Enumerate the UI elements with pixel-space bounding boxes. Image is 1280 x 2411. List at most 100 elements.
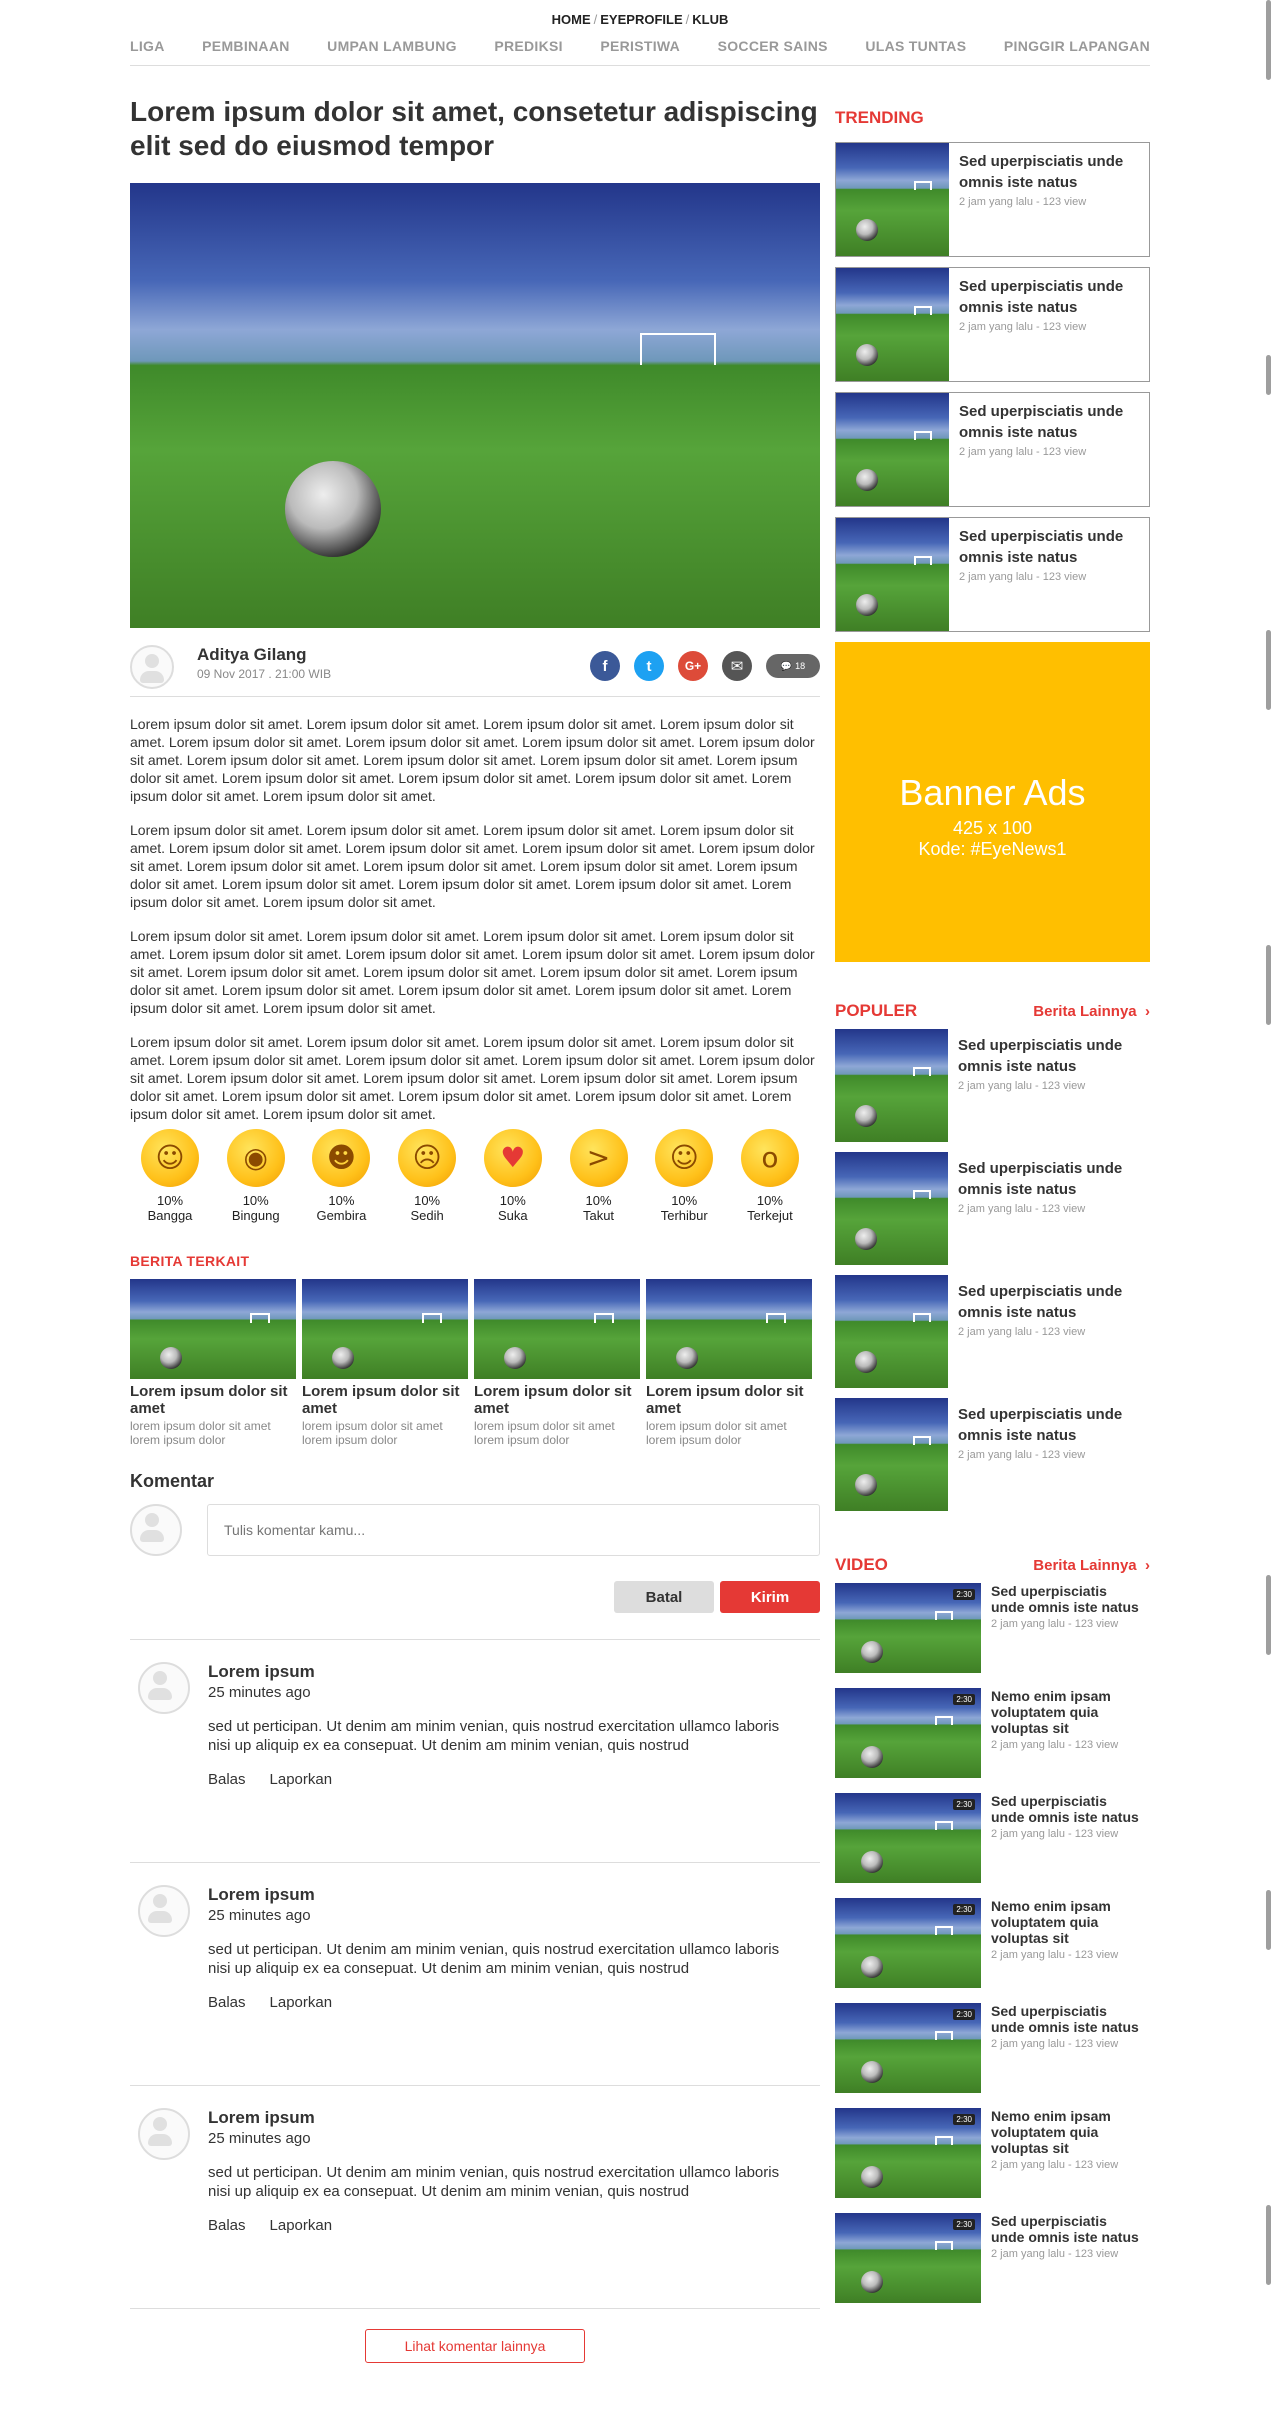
author-avatar (130, 645, 174, 689)
reaction-sedih[interactable]: ☹ 10% Sedih (387, 1129, 467, 1223)
trending-thumbnail (836, 393, 949, 506)
related-news-item[interactable]: Lorem ipsum dolor sit amet lorem ipsum d… (474, 1279, 640, 1447)
comment-input[interactable] (207, 1504, 820, 1556)
soccer-ball (285, 461, 381, 557)
video-item[interactable]: 2:30 Sed uperpisciatis unde omnis iste n… (835, 2003, 1150, 2093)
nav-item-pembinaan[interactable]: PEMBINAAN (202, 38, 289, 65)
trending-item[interactable]: Sed uperpisciatis unde omnis iste natus 2… (835, 267, 1150, 382)
video-title: Sed uperpisciatis unde omnis iste natus (991, 2003, 1139, 2035)
video-duration: 2:30 (953, 1694, 975, 1705)
video-item[interactable]: 2:30 Sed uperpisciatis unde omnis iste n… (835, 1793, 1150, 1883)
article-hero-image (130, 183, 820, 628)
comment-form (130, 1504, 820, 1556)
related-news-heading: BERITA TERKAIT (130, 1253, 250, 1269)
populer-item[interactable]: Sed uperpisciatis unde omnis iste natus 2… (835, 1275, 1150, 1388)
scroll-mark (1266, 1575, 1271, 1655)
video-meta: 2 jam yang lalu - 123 view (991, 1618, 1119, 1630)
video-more-link[interactable]: Berita Lainnya › (1033, 1557, 1150, 1574)
comment-text: sed ut perticipan. Ut denim am minim ven… (208, 2164, 780, 2200)
related-news-item[interactable]: Lorem ipsum dolor sit amet lorem ipsum d… (646, 1279, 812, 1447)
breadcrumb: HOME / EYEPROFILE / KLUB (0, 12, 1280, 27)
breadcrumb-separator: / (593, 12, 598, 27)
related-news-item[interactable]: Lorem ipsum dolor sit amet lorem ipsum d… (130, 1279, 296, 1447)
facebook-icon[interactable]: f (590, 651, 620, 681)
populer-item[interactable]: Sed uperpisciatis unde omnis iste natus 2… (835, 1152, 1150, 1265)
reaction-terkejut[interactable]: o 10% Terkejut (730, 1129, 810, 1223)
trending-meta: 2 jam yang lalu - 123 view (959, 321, 1087, 333)
nav-item-ulas-tuntas[interactable]: ULAS TUNTAS (865, 38, 966, 65)
video-item[interactable]: 2:30 Nemo enim ipsam voluptatem quia vol… (835, 1898, 1150, 1988)
trending-item[interactable]: Sed uperpisciatis unde omnis iste natus 2… (835, 517, 1150, 632)
more-link-label: Berita Lainnya (1033, 1556, 1137, 1574)
cancel-button[interactable]: Batal (614, 1581, 714, 1613)
video-item[interactable]: 2:30 Sed uperpisciatis unde omnis iste n… (835, 2213, 1150, 2303)
breadcrumb-home[interactable]: HOME (552, 12, 591, 27)
reaction-bar: ☺ 10% Bangga ◉ 10% Bingung ☻ 10% Gembira ☹ 10% S… (130, 1129, 810, 1223)
report-link[interactable]: Laporkan (270, 1771, 333, 1788)
report-link[interactable]: Laporkan (270, 2217, 333, 2234)
video-item[interactable]: 2:30 Nemo enim ipsam voluptatem quia vol… (835, 1688, 1150, 1778)
reaction-percent: 10% (585, 1193, 612, 1208)
surprised-emoji-icon: o (740, 1129, 799, 1187)
reply-link[interactable]: Balas (208, 2217, 246, 2234)
populer-thumbnail (835, 1275, 948, 1388)
page-scrollbar[interactable] (1260, 0, 1280, 2411)
reply-link[interactable]: Balas (208, 1771, 246, 1788)
nav-item-pinggir-lapangan[interactable]: PINGGIR LAPANGAN (1004, 38, 1150, 65)
nav-item-soccer-sains[interactable]: SOCCER SAINS (718, 38, 828, 65)
heart-eyes-emoji-icon: ♥ (483, 1129, 542, 1187)
related-news-item[interactable]: Lorem ipsum dolor sit amet lorem ipsum d… (302, 1279, 468, 1447)
commenter-name: Lorem ipsum (208, 1662, 315, 1681)
comment-text: sed ut perticipan. Ut denim am minim ven… (208, 1718, 780, 1754)
comment-count-badge[interactable]: 💬 18 (766, 654, 820, 678)
submit-comment-button[interactable]: Kirim (720, 1581, 820, 1613)
banner-ad[interactable]: Banner Ads 425 x 100 Kode: #EyeNews1 (835, 642, 1150, 962)
video-duration: 2:30 (953, 1589, 975, 1600)
comments-heading: Komentar (130, 1471, 215, 1491)
reaction-bangga[interactable]: ☺ 10% Bangga (130, 1129, 210, 1223)
google-plus-icon[interactable]: G+ (678, 651, 708, 681)
video-duration: 2:30 (953, 1799, 975, 1810)
article-paragraph: Lorem ipsum dolor sit amet. Lorem ipsum … (130, 1034, 815, 1122)
video-duration: 2:30 (953, 2009, 975, 2020)
populer-item[interactable]: Sed uperpisciatis unde omnis iste natus 2… (835, 1029, 1150, 1142)
related-news-title: Lorem ipsum dolor sit amet (130, 1383, 288, 1417)
nav-item-umpan-lambung[interactable]: UMPAN LAMBUNG (327, 38, 457, 65)
nav-item-prediksi[interactable]: PREDIKSI (494, 38, 563, 65)
author-name[interactable]: Aditya Gilang (197, 645, 307, 665)
trending-item[interactable]: Sed uperpisciatis unde omnis iste natus 2… (835, 142, 1150, 257)
video-meta: 2 jam yang lalu - 123 view (991, 2038, 1119, 2050)
more-comments-button[interactable]: Lihat komentar lainnya (365, 2329, 585, 2363)
related-news-desc: lorem ipsum dolor sit amet lorem ipsum d… (130, 1419, 271, 1447)
reaction-terhibur[interactable]: ☺ 10% Terhibur (644, 1129, 724, 1223)
scared-emoji-icon: > (569, 1129, 628, 1187)
breadcrumb-klub[interactable]: KLUB (692, 12, 728, 27)
reply-link[interactable]: Balas (208, 1994, 246, 2011)
breadcrumb-eyeprofile[interactable]: EYEPROFILE (600, 12, 682, 27)
reaction-gembira[interactable]: ☻ 10% Gembira (301, 1129, 381, 1223)
twitter-icon[interactable]: t (634, 651, 664, 681)
report-link[interactable]: Laporkan (270, 1994, 333, 2011)
trending-meta: 2 jam yang lalu - 123 view (959, 196, 1087, 208)
reaction-bingung[interactable]: ◉ 10% Bingung (216, 1129, 296, 1223)
scroll-mark (1266, 2205, 1271, 2285)
related-news-thumbnail (302, 1279, 468, 1379)
trending-item[interactable]: Sed uperpisciatis unde omnis iste natus 2… (835, 392, 1150, 507)
video-item[interactable]: 2:30 Sed uperpisciatis unde omnis iste n… (835, 1583, 1150, 1673)
speech-bubble-icon: 💬 (780, 660, 793, 671)
video-thumbnail: 2:30 (835, 1583, 981, 1673)
populer-item[interactable]: Sed uperpisciatis unde omnis iste natus 2… (835, 1398, 1150, 1511)
video-item[interactable]: 2:30 Nemo enim ipsam voluptatem quia vol… (835, 2108, 1150, 2198)
nav-item-liga[interactable]: LIGA (130, 38, 165, 65)
publish-date: 09 Nov 2017 . 21:00 WIB (197, 667, 332, 681)
reaction-suka[interactable]: ♥ 10% Suka (473, 1129, 553, 1223)
populer-more-link[interactable]: Berita Lainnya › (1033, 1003, 1150, 1020)
nav-item-peristiwa[interactable]: PERISTIWA (600, 38, 680, 65)
commenter-name: Lorem ipsum (208, 2108, 315, 2127)
trending-heading: TRENDING (835, 108, 924, 127)
video-thumbnail: 2:30 (835, 2003, 981, 2093)
more-link-label: Berita Lainnya (1033, 1002, 1137, 1020)
reaction-percent: 10% (499, 1193, 526, 1208)
email-icon[interactable]: ✉ (722, 651, 752, 681)
reaction-takut[interactable]: >10% Takut (559, 1129, 639, 1223)
